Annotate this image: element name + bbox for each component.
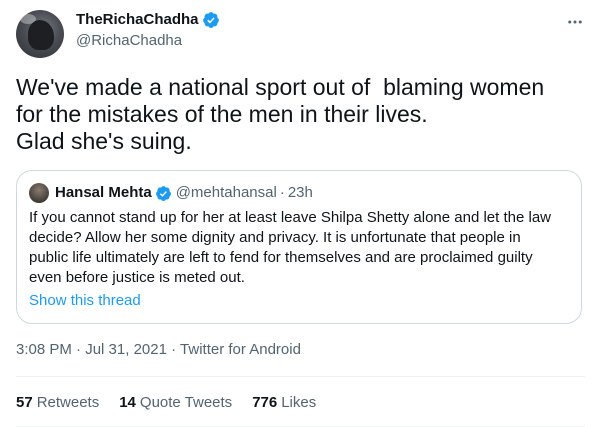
quoted-text: If you cannot stand up for her at least … [29, 209, 552, 286]
tweet-date[interactable]: Jul 31, 2021 [85, 341, 167, 358]
quoted-display-name: Hansal Mehta [55, 184, 152, 201]
divider [16, 376, 585, 377]
avatar[interactable] [16, 10, 64, 58]
verified-badge-icon [155, 185, 171, 201]
meta-separator: · [76, 341, 82, 358]
quoted-timestamp: 23h [287, 184, 313, 201]
tweet-text: We've made a national sport out of blami… [16, 74, 545, 154]
author-display-name[interactable]: TheRichaChadha [76, 10, 199, 30]
tweet-time[interactable]: 3:08 PM [16, 341, 72, 358]
more-horizontal-icon [568, 20, 582, 24]
retweets-count: 57 [16, 394, 33, 411]
quoted-handle: @mehtahansal [175, 184, 277, 201]
quoted-tweet[interactable]: Hansal Mehta @mehtahansal · 23h If you c… [16, 170, 582, 324]
verified-badge-icon [202, 12, 219, 28]
tweet-stats: 57 Retweets 14 Quote Tweets 776 Likes [16, 393, 336, 413]
quote-tweets-count: 14 [119, 394, 136, 411]
more-options-button[interactable] [565, 12, 585, 32]
show-thread-link[interactable]: Show this thread [29, 291, 141, 311]
avatar-silhouette [28, 20, 54, 50]
quoted-header: Hansal Mehta @mehtahansal · 23h [55, 183, 313, 203]
likes-stat[interactable]: 776 Likes [252, 393, 316, 413]
tweet-meta: 3:08 PM · Jul 31, 2021 · Twitter for And… [16, 340, 301, 360]
retweets-label: Retweets [36, 394, 100, 411]
quote-tweets-stat[interactable]: 14 Quote Tweets [119, 393, 232, 413]
meta-separator: · [171, 341, 177, 358]
likes-count: 776 [252, 394, 278, 411]
likes-label: Likes [281, 394, 317, 411]
author-name[interactable]: TheRichaChadha [76, 10, 220, 30]
quote-tweets-label: Quote Tweets [139, 394, 233, 411]
retweets-stat[interactable]: 57 Retweets [16, 393, 99, 413]
quoted-avatar [29, 183, 49, 203]
tweet-source[interactable]: Twitter for Android [180, 341, 301, 358]
author-handle[interactable]: @RichaChadha [76, 31, 182, 51]
quoted-separator: · [279, 184, 285, 201]
